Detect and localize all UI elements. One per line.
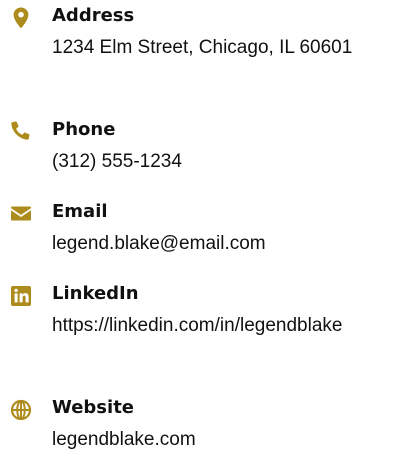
phone-label: Phone	[52, 119, 116, 140]
linkedin-label: LinkedIn	[52, 283, 139, 304]
email-value: legend.blake@email.com	[52, 233, 266, 254]
website-label: Website	[52, 397, 135, 418]
linkedin-icon	[9, 284, 33, 308]
website-link[interactable]: legendblake.com	[52, 424, 362, 456]
email-label: Email	[52, 201, 108, 222]
address-label: Address	[52, 5, 135, 26]
globe-icon	[9, 398, 33, 422]
map-pin-icon	[9, 6, 33, 30]
linkedin-link[interactable]: https://linkedin.com/in/legendblake	[52, 310, 362, 342]
address-value: 1234 Elm Street, Chicago, IL 60601	[52, 37, 353, 58]
phone-icon	[9, 120, 33, 144]
phone-value: (312) 555-1234	[52, 151, 182, 172]
envelope-icon	[9, 202, 33, 226]
